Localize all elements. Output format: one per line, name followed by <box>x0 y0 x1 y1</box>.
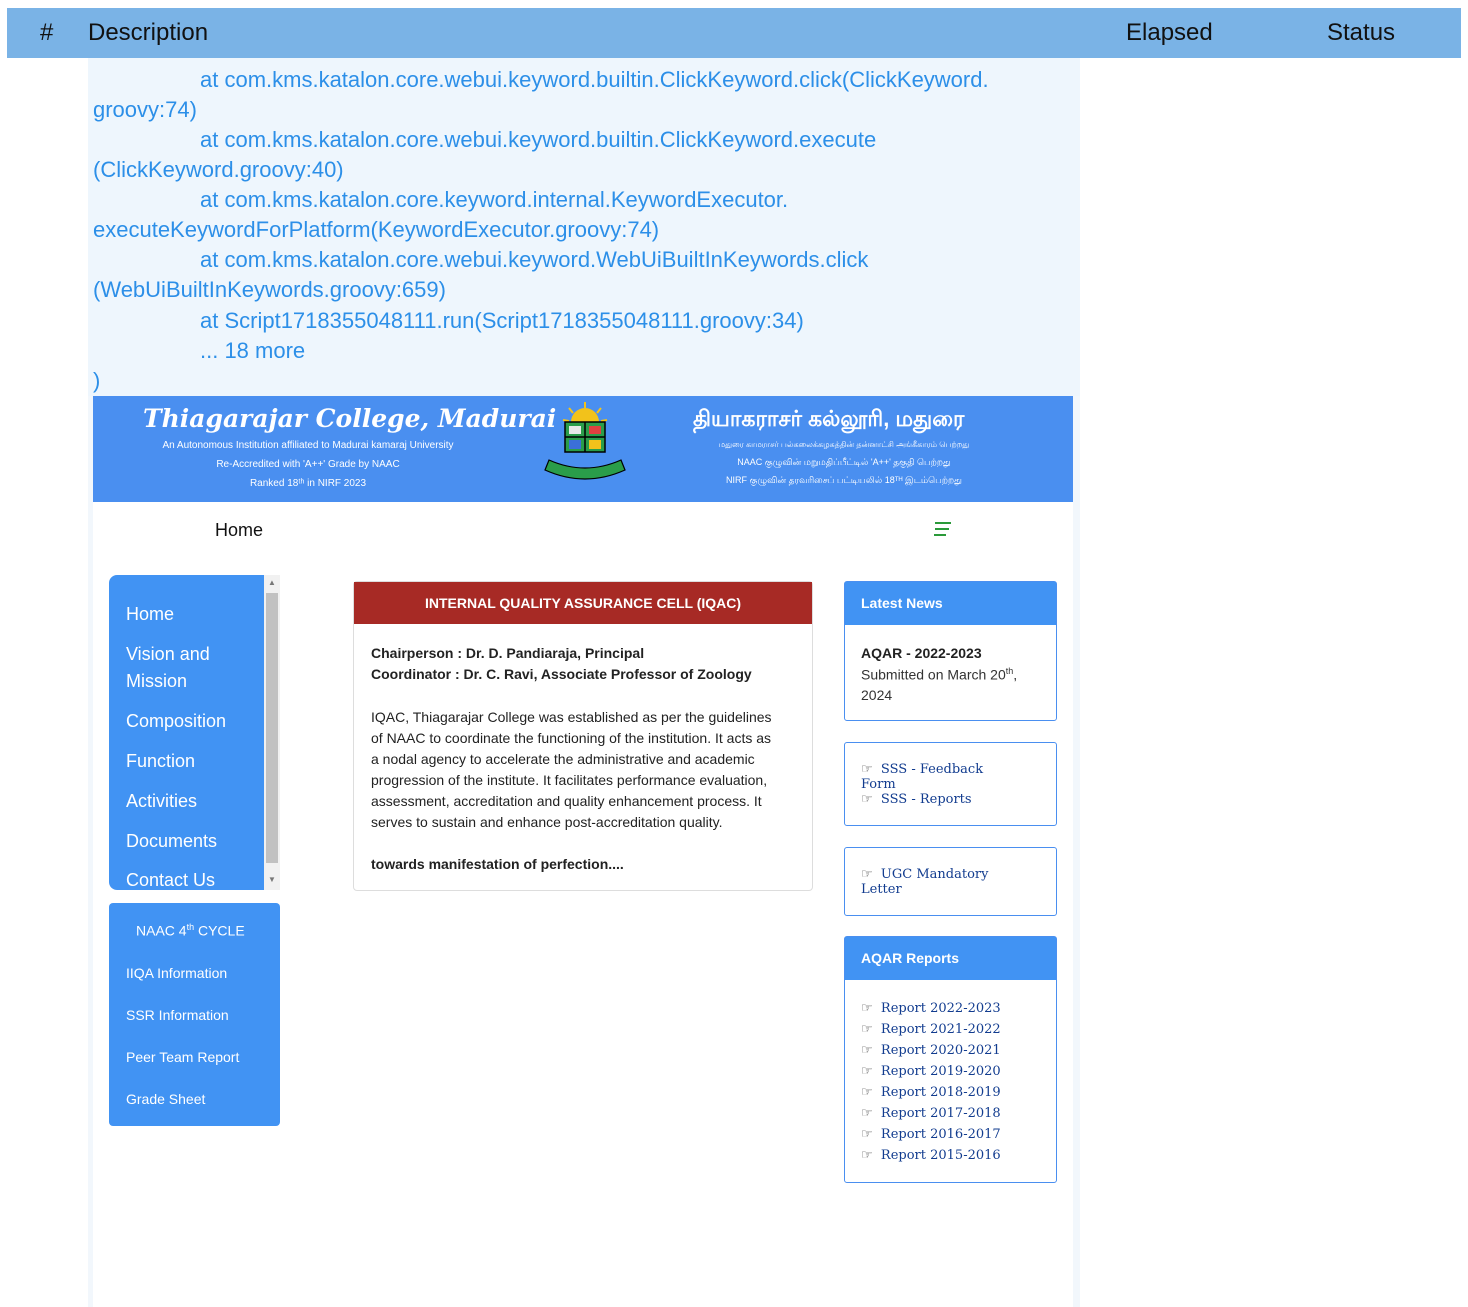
ugc-mandatory-link-cont[interactable]: Letter <box>861 882 902 897</box>
sidebar-item-composition[interactable]: Composition <box>126 708 226 735</box>
sss-reports-link[interactable]: ☞ SSS - Reports <box>861 792 972 807</box>
sidebar-item-vision[interactable]: Vision and <box>126 641 210 668</box>
pointing-hand-icon: ☞ <box>861 1043 873 1058</box>
sidebar-item-documents[interactable]: Documents <box>126 828 217 855</box>
pointing-hand-icon: ☞ <box>861 1085 873 1100</box>
college-crest-icon <box>544 402 626 480</box>
log-line: at com.kms.katalon.core.webui.keyword.bu… <box>200 67 989 92</box>
scroll-down-arrow-icon[interactable]: ▼ <box>268 875 276 884</box>
pointing-hand-icon: ☞ <box>861 762 873 777</box>
aqar-report-link[interactable]: ☞ Report 2018-2019 <box>861 1085 1001 1100</box>
banner-line-en: An Autonomous Institution affiliated to … <box>162 440 454 451</box>
iqac-body-line: of NAAC to coordinate the functioning of… <box>371 730 772 746</box>
iqac-body-line: IQAC, Thiagarajar College was establishe… <box>371 709 772 725</box>
log-line: (ClickKeyword.groovy:40) <box>93 157 344 182</box>
aqar-report-link[interactable]: ☞ Report 2022-2023 <box>861 1001 1001 1016</box>
aqar-reports-box: AQAR Reports ☞ Report 2022-2023 ☞ Report… <box>844 936 1057 1183</box>
college-banner: Thiagarajar College, Madurai An Autonomo… <box>93 396 1073 502</box>
sss-feedback-link-cont[interactable]: Form <box>861 777 896 792</box>
college-title-ta: தியாகராசர் கல்லூரி, மதுரை <box>693 406 965 431</box>
pointing-hand-icon: ☞ <box>861 1127 873 1142</box>
sidebar-scrollbar[interactable]: ▲ ▼ <box>264 575 280 890</box>
report-header: # Description Elapsed Status <box>7 8 1461 58</box>
aqar-report-link[interactable]: ☞ Report 2019-2020 <box>861 1064 1001 1079</box>
news-item-year: 2024 <box>861 687 893 703</box>
log-line: ) <box>93 368 101 393</box>
sidebar-item-home[interactable]: Home <box>126 601 174 628</box>
pointing-hand-icon: ☞ <box>861 792 873 807</box>
iqac-coordinator: Coordinator : Dr. C. Ravi, Associate Pro… <box>371 666 752 682</box>
college-page: Thiagarajar College, Madurai An Autonomo… <box>93 396 1073 1307</box>
sidebar-item-contact[interactable]: Contact Us <box>126 867 215 890</box>
col-header-status: Status <box>1327 19 1396 46</box>
banner-line-en: Re-Accredited with 'A++' Grade by NAAC <box>216 459 400 470</box>
log-line: at Script1718355048111.run(Script1718355… <box>200 308 804 333</box>
banner-line-ta: NAAC குழுவின் மறுமதிப்பீட்டில் 'A++' தகு… <box>737 457 951 467</box>
log-line: (WebUiBuiltInKeywords.groovy:659) <box>93 277 446 302</box>
naac-link-peer-team[interactable]: Peer Team Report <box>126 1049 239 1065</box>
sidebar-menu: Home Vision and Mission Composition Func… <box>109 575 264 890</box>
news-item-date: Submitted on March 20th, <box>861 666 1018 683</box>
latest-news-title: Latest News <box>845 582 1056 625</box>
pointing-hand-icon: ☞ <box>861 867 873 882</box>
aqar-report-link[interactable]: ☞ Report 2015-2016 <box>861 1148 1001 1163</box>
log-line: at com.kms.katalon.core.keyword.internal… <box>200 187 789 212</box>
log-line: at com.kms.katalon.core.webui.keyword.We… <box>200 247 869 272</box>
pointing-hand-icon: ☞ <box>861 1148 873 1163</box>
banner-line-ta: NIRF குழுவின் தரவரிசைப் பட்டியலில் 18ᵀᴴ … <box>726 475 962 485</box>
ugc-mandatory-link[interactable]: ☞ UGC Mandatory <box>861 867 988 882</box>
col-header-num: # <box>40 19 54 46</box>
naac-link-iiqa[interactable]: IIQA Information <box>126 965 227 981</box>
banner-line-en: Ranked 18ᵗʰ in NIRF 2023 <box>249 478 367 489</box>
iqac-card: INTERNAL QUALITY ASSURANCE CELL (IQAC) C… <box>353 581 813 891</box>
sidebar-item-function[interactable]: Function <box>126 748 195 775</box>
sss-links-box: ☞ SSS - Feedback Form ☞ SSS - Reports <box>844 742 1057 826</box>
col-header-description: Description <box>88 19 209 46</box>
iqac-body-line: serves to sustain and enhance post-accre… <box>371 814 723 830</box>
ugc-box: ☞ UGC Mandatory Letter <box>844 847 1057 916</box>
aqar-report-link[interactable]: ☞ Report 2020-2021 <box>861 1043 1001 1058</box>
aqar-report-link[interactable]: ☞ Report 2016-2017 <box>861 1127 1001 1142</box>
naac-link-ssr[interactable]: SSR Information <box>126 1007 229 1023</box>
log-line: at com.kms.katalon.core.webui.keyword.bu… <box>200 127 877 152</box>
pointing-hand-icon: ☞ <box>861 1001 873 1016</box>
naac-cycle-title: NAAC 4th CYCLE <box>136 922 245 939</box>
hamburger-menu-icon[interactable] <box>934 522 952 538</box>
sidebar-item-activities[interactable]: Activities <box>126 788 197 815</box>
iqac-card-title: INTERNAL QUALITY ASSURANCE CELL (IQAC) <box>354 582 812 624</box>
log-line: ... 18 more <box>200 338 306 363</box>
latest-news-box: Latest News AQAR - 2022-2023 Submitted o… <box>844 581 1057 721</box>
log-line: executeKeywordForPlatform(KeywordExecuto… <box>93 217 660 242</box>
news-item-title[interactable]: AQAR - 2022-2023 <box>861 645 982 661</box>
sss-feedback-link[interactable]: ☞ SSS - Feedback <box>861 762 983 777</box>
iqac-body-line: progression of the institute. It facilit… <box>371 772 768 788</box>
sidebar-item-mission[interactable]: Mission <box>126 668 187 695</box>
iqac-chairperson: Chairperson : Dr. D. Pandiaraja, Princip… <box>371 645 645 661</box>
aqar-report-link[interactable]: ☞ Report 2021-2022 <box>861 1022 1001 1037</box>
aqar-reports-title: AQAR Reports <box>845 937 1056 980</box>
scroll-up-arrow-icon[interactable]: ▲ <box>268 578 276 587</box>
pointing-hand-icon: ☞ <box>861 1022 873 1037</box>
log-line: groovy:74) <box>93 97 197 122</box>
college-title-en: Thiagarajar College, Madurai <box>143 404 557 433</box>
iqac-body-line: a nodal agency to accelerate the adminis… <box>371 751 755 767</box>
col-header-elapsed: Elapsed <box>1126 19 1213 46</box>
aqar-report-link[interactable]: ☞ Report 2017-2018 <box>861 1106 1001 1121</box>
pointing-hand-icon: ☞ <box>861 1064 873 1079</box>
nav-home-link[interactable]: Home <box>215 520 263 541</box>
scrollbar-thumb[interactable] <box>266 593 278 863</box>
naac-link-grade-sheet[interactable]: Grade Sheet <box>126 1091 205 1107</box>
banner-line-ta: மதுரை காமராசர் பல்கலைக்கழகத்தின் தன்னாட்… <box>718 440 970 449</box>
iqac-body-line: assessment, accreditation and quality en… <box>371 793 762 809</box>
pointing-hand-icon: ☞ <box>861 1106 873 1121</box>
stack-trace: at com.kms.katalon.core.webui.keyword.bu… <box>88 58 1080 396</box>
iqac-motto: towards manifestation of perfection.... <box>371 856 624 872</box>
naac-cycle-box: NAAC 4th CYCLE IIQA Information SSR Info… <box>109 903 280 1126</box>
